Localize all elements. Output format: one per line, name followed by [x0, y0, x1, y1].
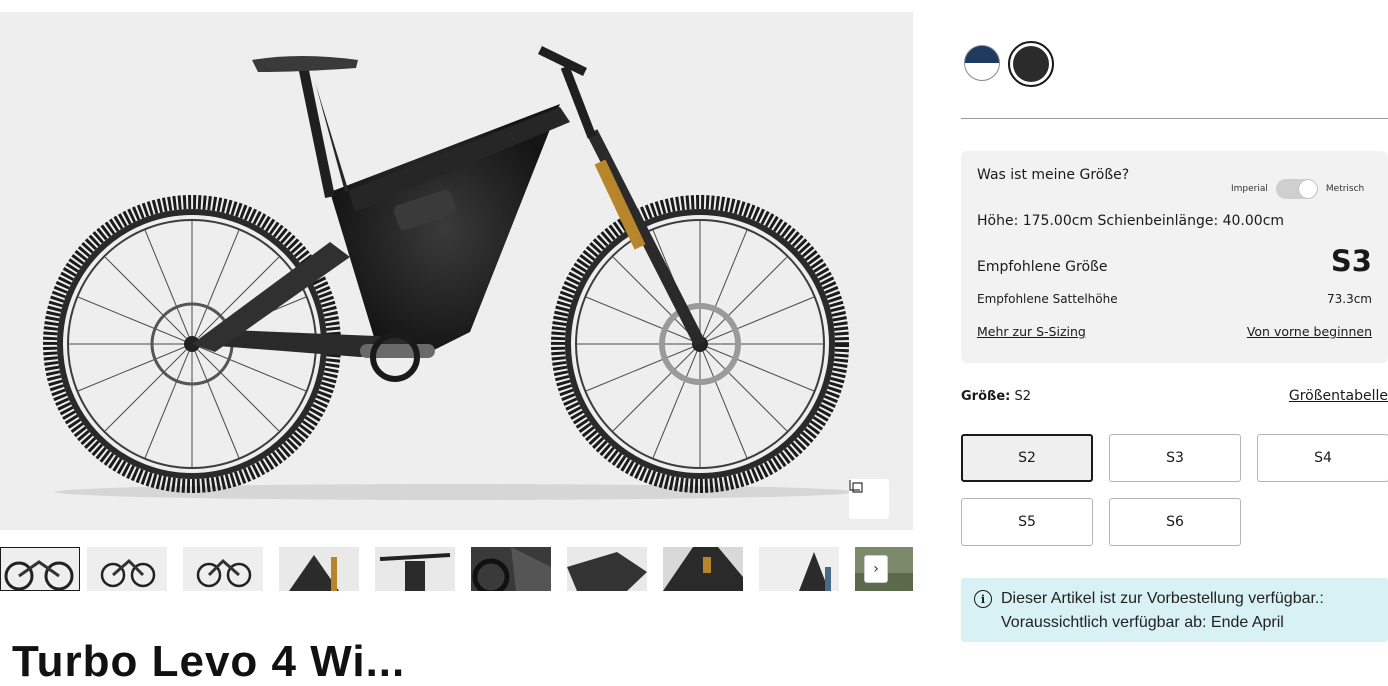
thumbnail-next-button[interactable]: › — [864, 555, 888, 583]
thumbnail-strip: › — [0, 547, 913, 591]
expand-icon — [849, 480, 863, 493]
thumbnail-4[interactable] — [279, 547, 359, 591]
color-swatch-black[interactable] — [1013, 46, 1049, 82]
size-button-s2[interactable]: S2 — [961, 434, 1093, 482]
size-button-s5[interactable]: S5 — [961, 498, 1093, 546]
thumbnail-1[interactable] — [0, 547, 80, 591]
saddle-height-label: Empfohlene Sattelhöhe — [977, 292, 1118, 306]
product-title: Turbo Levo 4 Wi... — [12, 637, 406, 686]
size-button-s4[interactable]: S4 — [1257, 434, 1388, 482]
thumbnail-3[interactable] — [183, 547, 263, 591]
info-icon: i — [974, 590, 992, 608]
product-image[interactable] — [0, 12, 913, 530]
recommended-size-label: Empfohlene Größe — [977, 259, 1108, 275]
thumbnail-6[interactable] — [471, 547, 551, 591]
preorder-notice-text: Dieser Artikel ist zur Vorbestellung ver… — [1001, 590, 1324, 631]
size-label-key: Größe: — [961, 389, 1011, 404]
size-button-s3[interactable]: S3 — [1109, 434, 1241, 482]
frame — [192, 82, 570, 382]
saddle-height-value: 73.3cm — [1326, 292, 1372, 306]
divider — [961, 118, 1388, 119]
size-label: Größe: S2 — [961, 389, 1031, 404]
unit-toggle[interactable] — [1275, 179, 1318, 199]
chevron-right-icon: › — [873, 561, 879, 577]
expand-image-button[interactable] — [849, 479, 889, 519]
size-button-s6[interactable]: S6 — [1109, 498, 1241, 546]
thumbnail-8[interactable] — [663, 547, 743, 591]
thumbnail-9[interactable] — [759, 547, 839, 591]
unit-metric-label: Metrisch — [1325, 184, 1365, 194]
bike-illustration — [43, 45, 855, 500]
unit-toggle-group: Imperial Metrisch — [1231, 179, 1364, 199]
more-sizing-link[interactable]: Mehr zur S-Sizing — [977, 324, 1086, 339]
size-finder-panel: Was ist meine Größe? Imperial Metrisch H… — [961, 151, 1388, 363]
size-finder-question: Was ist meine Größe? — [977, 167, 1130, 183]
recommended-size-value: S3 — [1330, 244, 1372, 278]
top-strip — [0, 0, 913, 12]
size-label-value: S2 — [1014, 389, 1032, 404]
measurements-text: Höhe: 175.00cm Schienbeinlänge: 40.00cm — [977, 213, 1285, 229]
thumbnail-2[interactable] — [87, 547, 167, 591]
thumbnail-5[interactable] — [375, 547, 455, 591]
thumbnail-7[interactable] — [567, 547, 647, 591]
size-chart-link[interactable]: Größentabelle — [1289, 388, 1388, 404]
restart-link[interactable]: Von vorne beginnen — [1247, 324, 1372, 339]
unit-imperial-label: Imperial — [1231, 184, 1268, 194]
preorder-notice: i Dieser Artikel ist zur Vorbestellung v… — [961, 578, 1388, 642]
color-swatch-navy-white[interactable] — [964, 45, 1000, 81]
toggle-knob — [1298, 180, 1317, 198]
saddle — [252, 56, 358, 72]
